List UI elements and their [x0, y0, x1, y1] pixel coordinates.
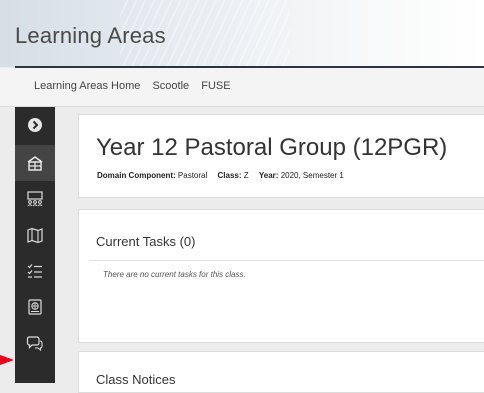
sidebar-item-map[interactable] [15, 217, 55, 253]
tasks-empty-message: There are no current tasks for this clas… [103, 270, 246, 279]
course-card: Year 12 Pastoral Group (12PGR) Domain Co… [78, 114, 484, 198]
sidebar-item-resources[interactable] [15, 289, 55, 325]
sidebar-item-expand[interactable] [15, 107, 55, 143]
domain-value: Pastoral [177, 171, 208, 180]
class-label: Class: [217, 171, 242, 180]
class-value: Z [243, 171, 249, 180]
current-tasks-card: Current Tasks (0) There are no current t… [78, 209, 484, 343]
page-title: Year 12 Pastoral Group (12PGR) [96, 134, 448, 161]
class-notices-card: Class Notices [78, 351, 484, 393]
nav-link-scootle[interactable]: Scootle [152, 80, 189, 92]
sidebar-item-classroom[interactable] [15, 181, 55, 217]
classroom-icon [27, 191, 43, 207]
sidebar-item-school[interactable] [15, 145, 55, 181]
class-notices-heading: Class Notices [96, 372, 176, 387]
domain-label: Domain Component: [97, 171, 176, 180]
pointer-arrow-icon [0, 355, 14, 365]
sidebar-item-chat[interactable] [15, 325, 55, 361]
chevron-right-circle-icon [28, 118, 42, 132]
course-meta: Domain Component: Pastoral Class: Z Year… [97, 171, 344, 180]
year-value: 2020, Semester 1 [280, 171, 344, 180]
map-icon [27, 227, 43, 244]
chat-icon [26, 336, 43, 352]
app-header: Learning Areas [0, 0, 484, 68]
top-nav: Learning Areas Home Scootle FUSE [0, 68, 484, 107]
globe-book-icon [28, 299, 42, 315]
school-icon [27, 156, 43, 171]
year-label: Year: [258, 171, 279, 180]
sidebar-item-tasks[interactable] [15, 253, 55, 289]
checklist-icon [27, 264, 42, 278]
nav-link-home[interactable]: Learning Areas Home [34, 80, 140, 92]
section-divider [89, 260, 484, 261]
page-header-title: Learning Areas [15, 23, 166, 48]
sidebar [15, 107, 55, 383]
current-tasks-heading: Current Tasks (0) [96, 234, 196, 249]
nav-link-fuse[interactable]: FUSE [201, 80, 230, 92]
